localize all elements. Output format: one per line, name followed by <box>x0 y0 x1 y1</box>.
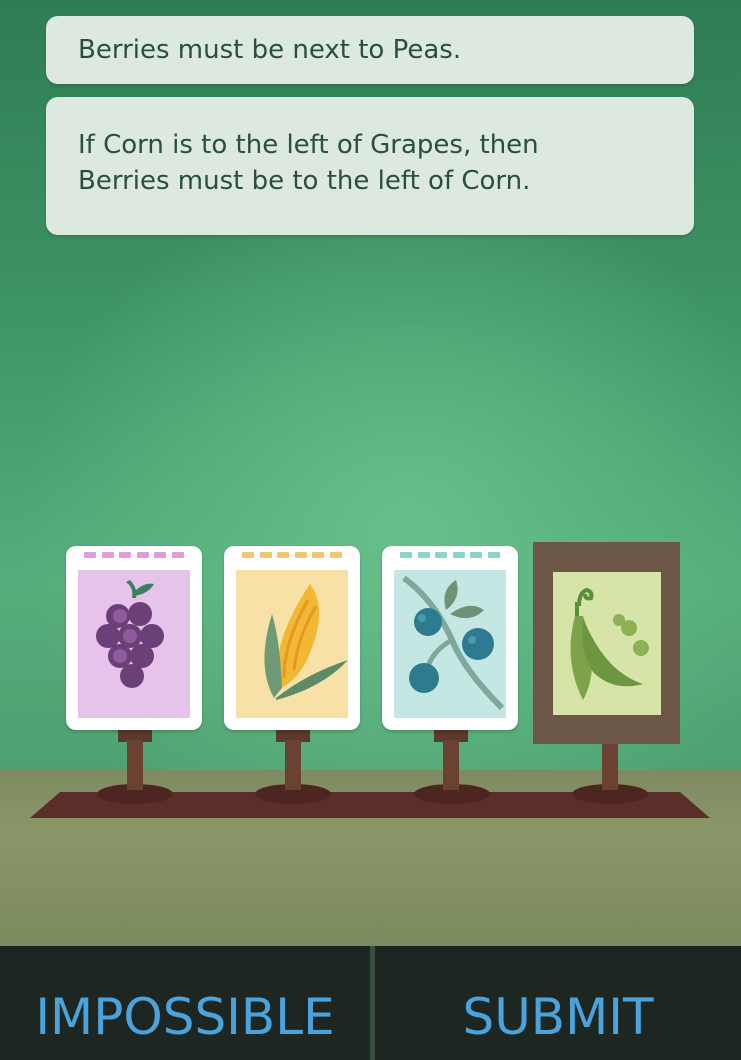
post-1 <box>127 740 143 790</box>
card-dashes <box>242 552 342 560</box>
post-4 <box>602 744 618 790</box>
card-corn-face <box>236 570 348 718</box>
peas-icon <box>570 587 649 700</box>
impossible-button[interactable]: IMPOSSIBLE <box>0 946 370 1060</box>
clue-2-line-1: If Corn is to the left of Grapes, then <box>78 130 539 160</box>
card-dashes <box>84 552 184 560</box>
card-berries-face <box>394 570 506 718</box>
card-peas-face <box>553 572 661 715</box>
grapes-icon <box>96 580 164 688</box>
clue-2-line-2: Berries must be to the left of Corn. <box>78 166 531 196</box>
card-grapes[interactable] <box>66 546 202 730</box>
card-peas-selected[interactable] <box>533 542 680 744</box>
corn-icon <box>264 584 348 700</box>
card-dashes <box>400 552 500 560</box>
clue-card-1: Berries must be next to Peas. <box>46 16 694 84</box>
card-corn[interactable] <box>224 546 360 730</box>
card-berries[interactable] <box>382 546 518 730</box>
post-3 <box>443 740 459 790</box>
berries-icon <box>402 575 505 711</box>
submit-button[interactable]: SUBMIT <box>375 946 741 1060</box>
clue-card-2: If Corn is to the left of Grapes, then B… <box>46 97 694 235</box>
clue-1-text: Berries must be next to Peas. <box>78 35 462 65</box>
card-grapes-face <box>78 570 190 718</box>
post-2 <box>285 740 301 790</box>
